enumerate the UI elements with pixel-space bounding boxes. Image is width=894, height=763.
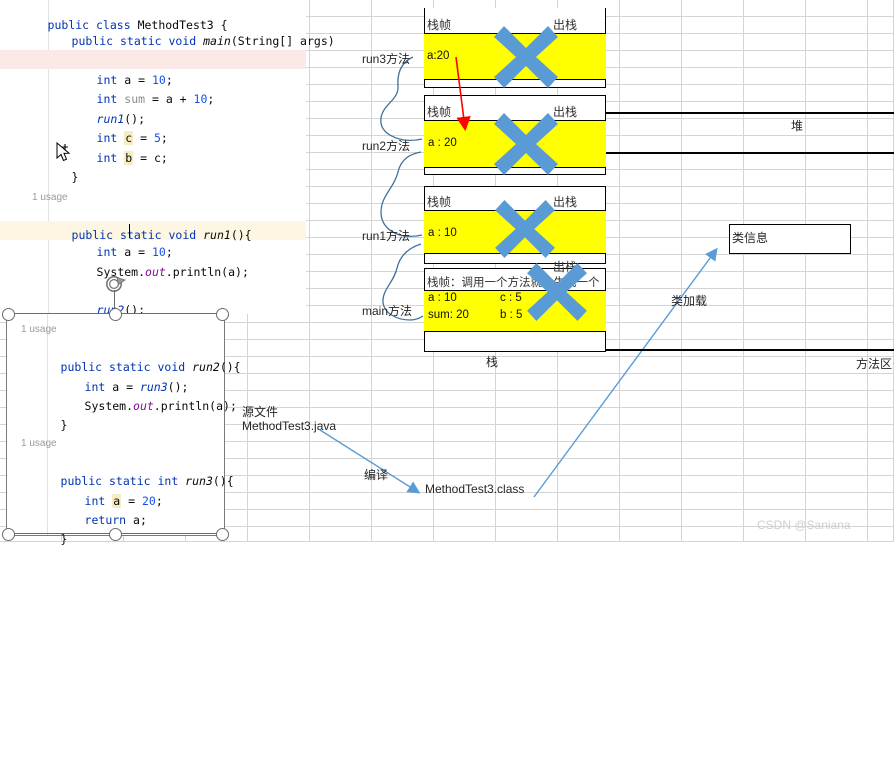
resize-handle-top-right[interactable] bbox=[216, 308, 229, 321]
rerun-arrow-icon[interactable] bbox=[105, 274, 127, 294]
resize-handle-top-center[interactable] bbox=[109, 308, 122, 321]
connector-layer-front bbox=[455, 56, 471, 132]
resize-handle-top-left[interactable] bbox=[2, 308, 15, 321]
resize-handle-bottom-center[interactable] bbox=[109, 528, 122, 541]
watermark: CSDN @Saniana bbox=[757, 518, 851, 532]
mouse-pointer-icon bbox=[56, 142, 71, 162]
resize-handle-bottom-left[interactable] bbox=[2, 528, 15, 541]
resize-handle-bottom-right[interactable] bbox=[216, 528, 229, 541]
